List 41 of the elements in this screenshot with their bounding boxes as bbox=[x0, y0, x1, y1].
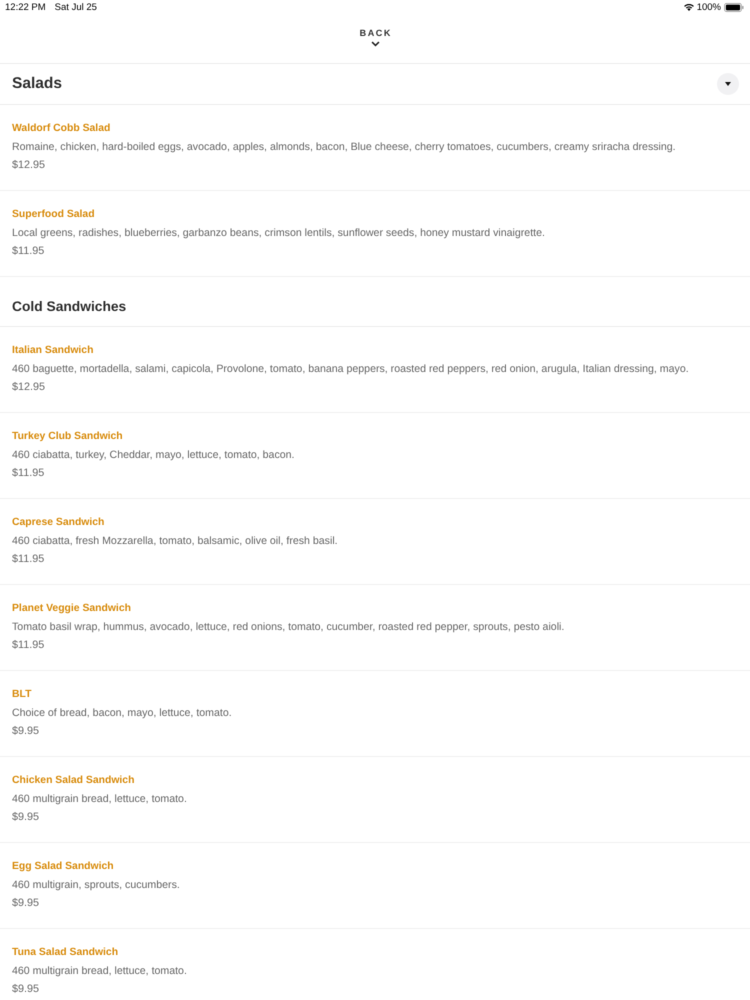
item-name[interactable]: Planet Veggie Sandwich bbox=[12, 600, 131, 618]
status-time: 12:22 PM bbox=[5, 2, 46, 12]
chevron-down-icon bbox=[370, 41, 380, 47]
section-title: Cold Sandwiches bbox=[12, 298, 126, 314]
item-description: 460 baguette, mortadella, salami, capicola, Provolone, tomato, banana peppers, roasted red peppers, red onion, arugula, Italian dressing, mayo. bbox=[12, 362, 689, 377]
item-price: $9.95 bbox=[12, 724, 40, 739]
status-date: Sat Jul 25 bbox=[54, 2, 97, 12]
item-name[interactable]: Chicken Salad Sandwich bbox=[12, 772, 134, 790]
item-price: $11.95 bbox=[12, 552, 44, 567]
item-description: Local greens, radishes, blueberries, garbanzo beans, crimson lentils, sunflower seeds, honey mustard vinaigrette. bbox=[12, 226, 545, 241]
item-name[interactable]: BLT bbox=[12, 686, 32, 704]
item-description: 460 ciabatta, fresh Mozzarella, tomato, balsamic, olive oil, fresh basil. bbox=[12, 534, 338, 549]
item-name[interactable]: Italian Sandwich bbox=[12, 342, 94, 360]
item-name[interactable]: Caprese Sandwich bbox=[12, 514, 104, 532]
item-price: $11.95 bbox=[12, 244, 44, 259]
item-price: $12.95 bbox=[12, 380, 46, 395]
wifi-icon bbox=[684, 4, 694, 10]
item-description: Tomato basil wrap, hummus, avocado, lettuce, red onions, tomato, cucumber, roasted red pepper, sprouts, pesto aioli. bbox=[12, 620, 564, 635]
item-name[interactable]: Turkey Club Sandwich bbox=[12, 428, 123, 446]
item-price: $11.95 bbox=[12, 466, 44, 481]
item-description: 460 multigrain bread, lettuce, tomato. bbox=[12, 792, 187, 807]
item-description: Choice of bread, bacon, mayo, lettuce, tomato. bbox=[12, 706, 232, 721]
battery-icon bbox=[724, 2, 744, 12]
item-description: 460 ciabatta, turkey, Cheddar, mayo, lettuce, tomato, bacon. bbox=[12, 448, 294, 463]
item-name[interactable]: Egg Salad Sandwich bbox=[12, 858, 114, 876]
item-price: $11.95 bbox=[12, 638, 44, 653]
dropdown-button[interactable] bbox=[717, 73, 739, 95]
item-price: $9.95 bbox=[12, 896, 40, 911]
item-name[interactable]: Tuna Salad Sandwich bbox=[12, 944, 118, 962]
item-description: 460 multigrain bread, lettuce, tomato. bbox=[12, 964, 187, 979]
item-price: $12.95 bbox=[12, 158, 46, 173]
item-name[interactable]: Superfood Salad bbox=[12, 206, 95, 224]
category-title: Salads bbox=[12, 75, 62, 93]
item-price: $9.95 bbox=[12, 810, 40, 825]
caret-down-icon bbox=[725, 82, 731, 86]
item-price: $9.95 bbox=[12, 982, 40, 997]
item-name[interactable]: Waldorf Cobb Salad bbox=[12, 120, 110, 138]
back-button[interactable]: BACK bbox=[358, 28, 392, 47]
item-description: Romaine, chicken, hard-boiled eggs, avocado, apples, almonds, bacon, Blue cheese, cherry tomatoes, cucumbers, creamy sriracha dressing. bbox=[12, 140, 676, 155]
battery-percent: 100% bbox=[696, 2, 721, 12]
item-description: 460 multigrain, sprouts, cucumbers. bbox=[12, 878, 180, 893]
